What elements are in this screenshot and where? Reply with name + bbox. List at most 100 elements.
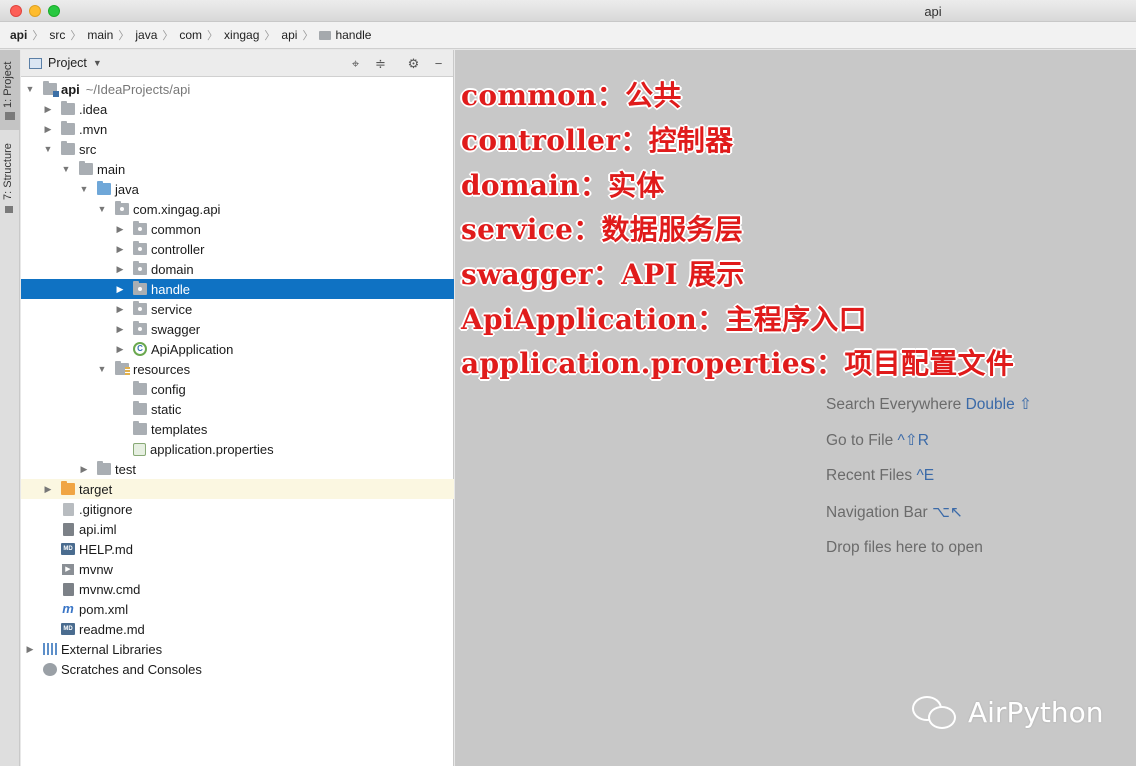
- tree-item[interactable]: ▼ api ~/IdeaProjects/api: [21, 79, 454, 99]
- tool-window-strip: 1: Project 7: Structure: [0, 50, 20, 766]
- tree-item[interactable]: ▼ com.xingag.api: [21, 199, 454, 219]
- libraries-icon: [43, 643, 57, 655]
- tree-item[interactable]: ▶ test: [21, 459, 454, 479]
- chevron-right-icon[interactable]: ▶: [115, 324, 125, 335]
- hint-shortcut: ⌥↖: [931, 504, 963, 521]
- tree-item[interactable]: ▶api.iml: [21, 519, 454, 539]
- hint-drop-files: Drop files here to open: [826, 539, 983, 557]
- tree-item[interactable]: ▶ common: [21, 219, 454, 239]
- chevron-down-icon[interactable]: ▼: [25, 84, 35, 94]
- tree-item[interactable]: ▶config: [21, 379, 454, 399]
- chevron-down-icon[interactable]: ▼: [43, 144, 53, 154]
- breadcrumb-item-api[interactable]: api 〉: [10, 27, 49, 43]
- tab-project[interactable]: 1: Project: [0, 50, 20, 130]
- tree-item[interactable]: ▶ External Libraries: [21, 639, 454, 659]
- tree-item[interactable]: ▶static: [21, 399, 454, 419]
- tree-item[interactable]: ▶ swagger: [21, 319, 454, 339]
- chevron-right-icon[interactable]: ▶: [115, 244, 125, 255]
- folder-icon: [97, 461, 111, 475]
- tree-item[interactable]: ▼ java: [21, 179, 454, 199]
- wechat-icon: [910, 692, 962, 732]
- chevron-right-icon[interactable]: ▶: [43, 104, 53, 115]
- tree-item[interactable]: ▼ src: [21, 139, 454, 159]
- chevron-down-icon[interactable]: ▼: [61, 164, 71, 174]
- chevron-right-icon[interactable]: ▶: [25, 644, 35, 655]
- folder-icon: [133, 421, 147, 435]
- chevron-right-icon: 〉: [302, 30, 314, 42]
- tree-item-label: .idea: [79, 101, 108, 117]
- chevron-right-icon[interactable]: ▶: [115, 344, 125, 355]
- breadcrumb-item-src[interactable]: src 〉: [49, 27, 87, 43]
- chevron-down-icon[interactable]: ▼: [97, 204, 107, 214]
- tree-item-label: java: [115, 181, 139, 197]
- editor-area[interactable]: common：公共 controller：控制器 domain：实体 servi…: [455, 50, 1136, 766]
- breadcrumb-item-com[interactable]: com 〉: [179, 27, 224, 43]
- tree-item-label: api: [61, 81, 80, 97]
- breadcrumb-item-main[interactable]: main 〉: [87, 27, 135, 43]
- breadcrumb-label: api: [281, 28, 298, 42]
- hint-go-to-file: Go to File ^⇧R: [826, 431, 929, 450]
- breadcrumb-item-handle[interactable]: handle: [319, 28, 371, 42]
- gear-icon[interactable]: ⚙: [405, 55, 422, 72]
- chevron-right-icon[interactable]: ▶: [115, 224, 125, 235]
- breadcrumb-item-api-package[interactable]: api 〉: [281, 27, 319, 43]
- chevron-right-icon[interactable]: ▶: [43, 484, 53, 495]
- tree-item[interactable]: ▶Scratches and Consoles: [21, 659, 454, 679]
- markdown-file-icon: MD: [61, 623, 75, 635]
- window-title: api: [924, 4, 942, 19]
- terminal-file-icon: ▶: [62, 563, 74, 575]
- tree-item[interactable]: ▶ controller: [21, 239, 454, 259]
- chevron-down-icon[interactable]: ▼: [97, 364, 107, 374]
- folder-icon: [79, 161, 93, 175]
- tree-item-label: readme.md: [79, 621, 145, 637]
- project-panel-header: Project ▼ ⌖ ≑ ⚙ −: [21, 50, 453, 77]
- tree-item-label: mvnw: [79, 561, 113, 577]
- tab-project-label: 1: Project: [2, 61, 14, 108]
- chevron-right-icon[interactable]: ▶: [79, 464, 89, 475]
- tree-item[interactable]: ▶ domain: [21, 259, 454, 279]
- hint-shortcut: ^⇧R: [897, 432, 929, 449]
- tree-item[interactable]: ▶MDreadme.md: [21, 619, 454, 639]
- breadcrumb-item-java[interactable]: java 〉: [135, 27, 179, 43]
- tree-item[interactable]: ▶ .mvn: [21, 119, 454, 139]
- project-panel: Project ▼ ⌖ ≑ ⚙ − ▼ api ~/IdeaProjects/api…: [21, 50, 454, 766]
- hint-shortcut: Double ⇧: [965, 396, 1032, 413]
- chevron-right-icon: 〉: [70, 30, 82, 42]
- scratches-icon: [43, 662, 57, 676]
- tree-item[interactable]: ▶ C ApiApplication: [21, 339, 454, 359]
- chevron-right-icon[interactable]: ▶: [115, 284, 125, 295]
- chevron-right-icon[interactable]: ▶: [115, 304, 125, 315]
- hide-panel-icon[interactable]: −: [430, 55, 447, 72]
- tree-item[interactable]: ▶MDHELP.md: [21, 539, 454, 559]
- tree-item[interactable]: ▶mvnw.cmd: [21, 579, 454, 599]
- breadcrumb-label: main: [87, 28, 114, 42]
- chevron-right-icon: 〉: [264, 30, 276, 42]
- tree-item[interactable]: ▶ target: [21, 479, 454, 499]
- tree-item[interactable]: ▶mpom.xml: [21, 599, 454, 619]
- collapse-all-icon[interactable]: ≑: [372, 55, 389, 72]
- chevron-down-icon[interactable]: ▼: [79, 184, 89, 194]
- annotation-domain: domain：实体: [461, 169, 665, 202]
- tree-item[interactable]: ▶ service: [21, 299, 454, 319]
- tree-item[interactable]: ▼ resources: [21, 359, 454, 379]
- project-view-selector[interactable]: Project: [48, 56, 87, 70]
- chevron-right-icon[interactable]: ▶: [43, 124, 53, 135]
- tree-item[interactable]: ▶▶mvnw: [21, 559, 454, 579]
- annotation-apiapplication: ApiApplication：主程序入口: [461, 303, 867, 336]
- tree-item-label: com.xingag.api: [133, 201, 221, 217]
- tree-item[interactable]: ▶.gitignore: [21, 499, 454, 519]
- tree-item-label: External Libraries: [61, 641, 163, 657]
- breadcrumb-item-xingag[interactable]: xingag 〉: [224, 27, 281, 43]
- file-icon: [63, 502, 74, 516]
- tree-item[interactable]: ▶templates: [21, 419, 454, 439]
- chevron-down-icon[interactable]: ▼: [93, 58, 102, 68]
- tree-item[interactable]: ▶ .idea: [21, 99, 454, 119]
- file-dark-icon: [63, 522, 74, 536]
- tree-item[interactable]: ▶ handle: [21, 279, 454, 299]
- tab-structure[interactable]: 7: Structure: [0, 140, 20, 220]
- locate-icon[interactable]: ⌖: [347, 55, 364, 72]
- tree-item[interactable]: ▼ main: [21, 159, 454, 179]
- project-tree[interactable]: ▼ api ~/IdeaProjects/api ▶ .idea ▶ .mvn ▼ src ▼ ma…: [21, 79, 454, 679]
- tree-item[interactable]: ▶application.properties: [21, 439, 454, 459]
- chevron-right-icon[interactable]: ▶: [115, 264, 125, 275]
